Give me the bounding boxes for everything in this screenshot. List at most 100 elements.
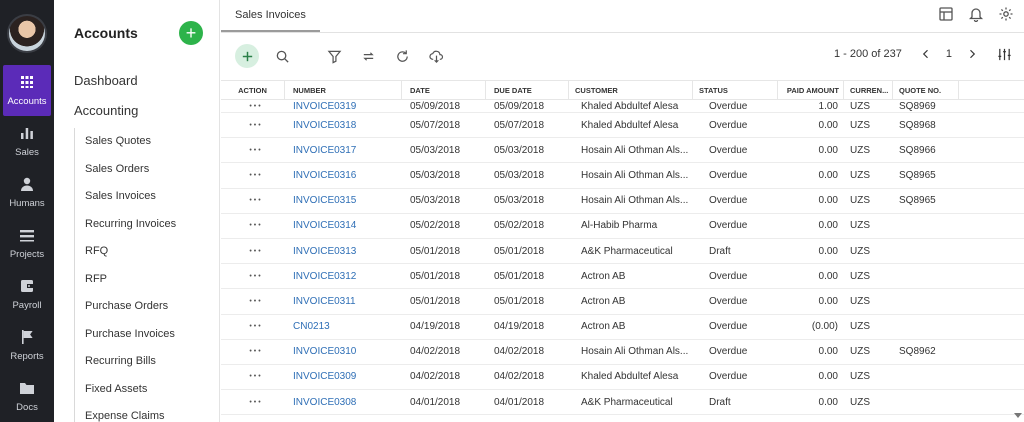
cell-currency: UZS (850, 321, 870, 333)
cell-paid-amount: 0.00 (818, 169, 838, 181)
table-row[interactable]: ••• INVOICE0319 05/09/2018 05/09/2018 Khaled… (221, 100, 1024, 113)
column-settings-button[interactable] (994, 44, 1014, 64)
sidebar-item-dashboard[interactable]: Dashboard (54, 66, 219, 96)
cell-number[interactable]: INVOICE0318 (285, 120, 402, 131)
gear-icon[interactable] (998, 6, 1014, 22)
toolbar: 1 - 200 of 237 1 (221, 33, 1024, 79)
header-paid-amount[interactable]: PAID AMOUNT (778, 81, 844, 99)
header-action[interactable]: ACTION (221, 81, 285, 99)
table-row[interactable]: ••• INVOICE0313 05/01/2018 05/01/2018 A&K Ph… (221, 239, 1024, 265)
rail-item-projects[interactable]: Projects (3, 218, 51, 269)
refresh-button[interactable] (391, 45, 413, 67)
row-actions-menu-icon[interactable]: ••• (221, 103, 285, 110)
sidebar-item-purchase-orders[interactable]: Purchase Orders (75, 293, 219, 321)
cell-number[interactable]: INVOICE0311 (285, 296, 402, 307)
sidebar-item-purchase-invoices[interactable]: Purchase Invoices (75, 321, 219, 349)
cell-status: Overdue (709, 100, 748, 112)
rail-item-payroll[interactable]: Payroll (3, 269, 51, 320)
header-currency[interactable]: CURREN... (844, 81, 893, 99)
cell-due-date: 04/19/2018 (494, 321, 545, 333)
row-actions-menu-icon[interactable]: ••• (221, 222, 285, 229)
row-actions-menu-icon[interactable]: ••• (221, 348, 285, 355)
table-row[interactable]: ••• INVOICE0308 04/01/2018 04/01/2018 A&K Ph… (221, 390, 1024, 416)
cell-due-date: 05/09/2018 (494, 100, 545, 112)
download-button[interactable] (425, 45, 447, 67)
row-actions-menu-icon[interactable]: ••• (221, 172, 285, 179)
sidebar-item-rfq[interactable]: RFQ (75, 238, 219, 266)
header-date[interactable]: DATE (402, 81, 486, 99)
cell-status: Overdue (709, 220, 748, 232)
table-row[interactable]: ••• INVOICE0317 05/03/2018 05/03/2018 Hosain… (221, 138, 1024, 164)
rail-item-docs[interactable]: Docs (3, 371, 51, 422)
cell-date: 04/02/2018 (410, 346, 461, 358)
sidebar-item-accounting[interactable]: Accounting (54, 96, 219, 126)
row-actions-menu-icon[interactable]: ••• (221, 197, 285, 204)
sidebar-item-sales-invoices[interactable]: Sales Invoices (75, 183, 219, 211)
cell-number[interactable]: INVOICE0316 (285, 170, 402, 181)
cell-paid-amount: 0.00 (818, 295, 838, 307)
sidebar-item-sales-orders[interactable]: Sales Orders (75, 156, 219, 184)
sidebar-item-recurring-invoices[interactable]: Recurring Invoices (75, 211, 219, 239)
rail-item-humans[interactable]: Humans (3, 167, 51, 218)
row-actions-menu-icon[interactable]: ••• (221, 298, 285, 305)
cell-number[interactable]: INVOICE0313 (285, 246, 402, 257)
cell-number[interactable]: INVOICE0314 (285, 220, 402, 231)
cell-number[interactable]: INVOICE0319 (285, 101, 402, 112)
wallet-icon (21, 280, 33, 293)
table-row[interactable]: ••• INVOICE0314 05/02/2018 05/02/2018 Al-Hab… (221, 214, 1024, 239)
cell-number[interactable]: INVOICE0309 (285, 371, 402, 382)
layout-icon[interactable] (938, 6, 954, 22)
cell-currency: UZS (850, 295, 870, 307)
sidebar-item-fixed-assets[interactable]: Fixed Assets (75, 376, 219, 404)
table-row[interactable]: ••• INVOICE0311 05/01/2018 05/01/2018 Actron… (221, 289, 1024, 315)
cell-number[interactable]: INVOICE0315 (285, 195, 402, 206)
row-actions-menu-icon[interactable]: ••• (221, 147, 285, 154)
cell-number[interactable]: INVOICE0308 (285, 397, 402, 408)
vertical-scrollbar[interactable] (1014, 102, 1024, 422)
sidebar-item-sales-quotes[interactable]: Sales Quotes (75, 128, 219, 156)
header-due-date[interactable]: DUE DATE (486, 81, 569, 99)
row-actions-menu-icon[interactable]: ••• (221, 273, 285, 280)
row-actions-menu-icon[interactable]: ••• (221, 399, 285, 406)
cell-number[interactable]: INVOICE0310 (285, 346, 402, 357)
table-row[interactable]: ••• INVOICE0310 04/02/2018 04/02/2018 Hosain… (221, 340, 1024, 365)
sync-button[interactable] (357, 45, 379, 67)
add-button[interactable]: + (179, 21, 203, 45)
cell-quote-no: SQ8969 (899, 100, 936, 112)
cell-number[interactable]: INVOICE0317 (285, 145, 402, 156)
row-actions-menu-icon[interactable]: ••• (221, 373, 285, 380)
row-actions-menu-icon[interactable]: ••• (221, 248, 285, 255)
rail-item-reports[interactable]: Reports (3, 320, 51, 371)
search-button[interactable] (271, 45, 293, 67)
next-page-button[interactable] (962, 44, 982, 64)
rail-item-sales[interactable]: Sales (3, 116, 51, 167)
scroll-down-arrow-icon[interactable] (1014, 413, 1022, 418)
rail-item-accounts[interactable]: Accounts (3, 65, 51, 117)
prev-page-button[interactable] (916, 44, 936, 64)
sidebar-item-rfp[interactable]: RFP (75, 266, 219, 294)
table-row[interactable]: ••• INVOICE0309 04/02/2018 04/02/2018 Khaled… (221, 365, 1024, 391)
avatar[interactable] (7, 14, 47, 54)
tab-sales-invoices[interactable]: Sales Invoices (221, 0, 320, 32)
cell-date: 05/01/2018 (410, 270, 461, 282)
cell-customer: A&K Pharmaceutical (581, 396, 673, 408)
header-number[interactable]: NUMBER (285, 81, 402, 99)
cell-number[interactable]: INVOICE0312 (285, 271, 402, 282)
sidebar-item-expense-claims[interactable]: Expense Claims (75, 403, 219, 422)
table-row[interactable]: ••• INVOICE0316 05/03/2018 05/03/2018 Hosain… (221, 163, 1024, 189)
header-status[interactable]: STATUS (693, 81, 778, 99)
cell-date: 05/03/2018 (410, 195, 461, 207)
row-actions-menu-icon[interactable]: ••• (221, 323, 285, 330)
header-quote-no[interactable]: QUOTE NO. (893, 81, 959, 99)
cell-number[interactable]: CN0213 (285, 321, 402, 332)
filter-button[interactable] (323, 45, 345, 67)
table-row[interactable]: ••• CN0213 04/19/2018 04/19/2018 Actron AB Ov… (221, 315, 1024, 340)
new-invoice-button[interactable] (235, 44, 259, 68)
header-customer[interactable]: CUSTOMER (569, 81, 693, 99)
row-actions-menu-icon[interactable]: ••• (221, 122, 285, 129)
bell-icon[interactable] (968, 6, 984, 22)
table-row[interactable]: ••• INVOICE0312 05/01/2018 05/01/2018 Actron… (221, 264, 1024, 290)
table-row[interactable]: ••• INVOICE0318 05/07/2018 05/07/2018 Khaled… (221, 113, 1024, 139)
sidebar-item-recurring-bills[interactable]: Recurring Bills (75, 348, 219, 376)
table-row[interactable]: ••• INVOICE0315 05/03/2018 05/03/2018 Hosain… (221, 189, 1024, 214)
